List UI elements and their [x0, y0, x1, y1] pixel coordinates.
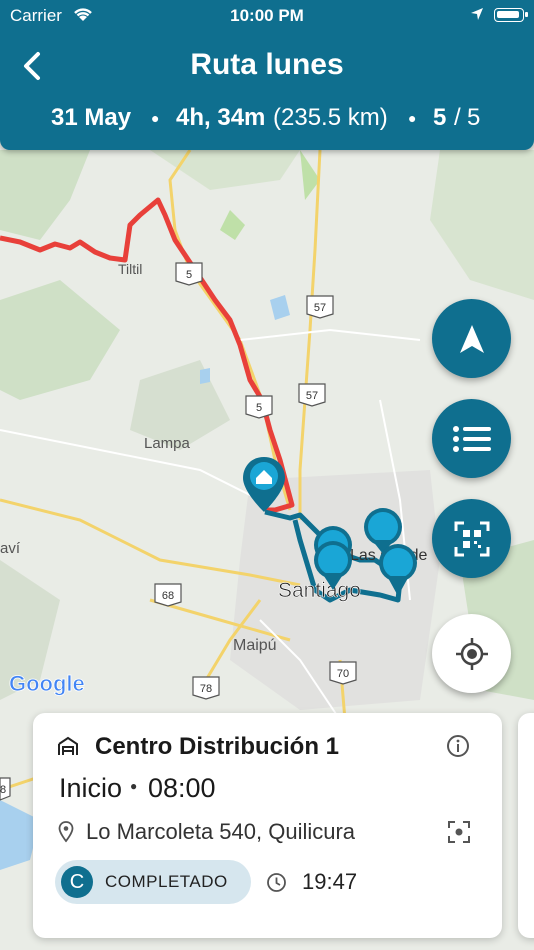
info-icon	[447, 735, 469, 757]
svg-text:68: 68	[162, 590, 174, 602]
route-shield-57b: 57	[298, 383, 326, 407]
route-shield-70: 70	[329, 661, 357, 685]
route-summary: 31 May ● 4h, 34m (235.5 km) ● 5 / 5	[0, 104, 534, 138]
svg-text:57: 57	[314, 302, 326, 314]
completed-time: 19:47	[302, 869, 358, 894]
status-label: COMPLETADO	[105, 872, 228, 891]
stops-list-button[interactable]	[432, 399, 511, 478]
my-location-button[interactable]	[432, 614, 511, 693]
warehouse-icon	[57, 735, 79, 762]
status-badge: C COMPLETADO	[55, 860, 251, 904]
navigate-button[interactable]	[432, 299, 511, 378]
place-label-tiltil: Tiltil	[118, 261, 142, 277]
location-arrow-icon	[470, 6, 484, 26]
route-distance: (235.5 km)	[273, 104, 388, 131]
center-focus-icon	[448, 821, 470, 843]
stop-name: Centro Distribución 1	[95, 733, 340, 760]
svg-text:78: 78	[200, 683, 212, 695]
page-title: Ruta lunes	[190, 48, 344, 81]
next-stop-card-peek[interactable]	[518, 713, 534, 938]
scheduled-time: 08:00	[148, 773, 216, 803]
route-shield-5a: 5	[175, 262, 203, 286]
qr-scan-icon	[454, 521, 489, 556]
svg-text:Google: Google	[9, 671, 85, 696]
app-header: Carrier 10:00 PM Ruta lunes 31 May ● 4h,…	[0, 0, 534, 150]
route-shield-68: 68	[154, 583, 182, 607]
status-badge-letter: C	[61, 866, 93, 898]
stop-card[interactable]: Centro Distribución 1 Inicio ● 08:00 Lo …	[33, 713, 502, 938]
separator-dot: ●	[151, 110, 160, 126]
navigation-icon	[459, 324, 484, 353]
my-location-icon	[455, 637, 488, 670]
svg-text:5: 5	[256, 402, 262, 414]
place-label-santiago: Santiago	[278, 579, 361, 602]
svg-text:57: 57	[306, 390, 318, 402]
place-label-curacavi: aví	[0, 540, 21, 557]
route-shield-8: 8	[0, 777, 11, 801]
list-icon	[452, 425, 491, 452]
place-label-lampa: Lampa	[144, 435, 191, 452]
stops-total: 5	[467, 104, 481, 131]
location-pin-icon	[58, 821, 74, 848]
status-bar: Carrier 10:00 PM	[0, 0, 534, 32]
stops-separator: /	[454, 104, 461, 131]
stop-address: Lo Marcoleta 540, Quilicura	[86, 819, 356, 844]
separator-dot: ●	[130, 779, 138, 793]
google-logo: Google	[9, 671, 86, 697]
route-shield-5b: 5	[245, 395, 273, 419]
clock-icon	[266, 872, 287, 898]
focus-map-button[interactable]	[447, 820, 471, 849]
scan-code-button[interactable]	[432, 499, 511, 578]
battery-icon	[494, 8, 528, 22]
route-duration: 4h, 34m	[176, 104, 266, 131]
svg-text:8: 8	[0, 784, 6, 796]
app-screen: 5 5 57 57 68 70 78 8 Tiltil Lampa aví La…	[0, 0, 534, 950]
stop-label: Inicio	[59, 773, 123, 803]
route-shield-57a: 57	[306, 295, 334, 319]
route-date: 31 May	[51, 104, 132, 131]
info-button[interactable]	[446, 734, 470, 763]
svg-text:5: 5	[186, 269, 192, 281]
svg-text:70: 70	[337, 668, 349, 680]
stops-done: 5	[433, 104, 447, 131]
status-time: 10:00 PM	[230, 6, 304, 25]
route-shield-78: 78	[192, 676, 220, 700]
separator-dot: ●	[408, 110, 417, 126]
place-label-maipu: Maipú	[233, 637, 277, 654]
